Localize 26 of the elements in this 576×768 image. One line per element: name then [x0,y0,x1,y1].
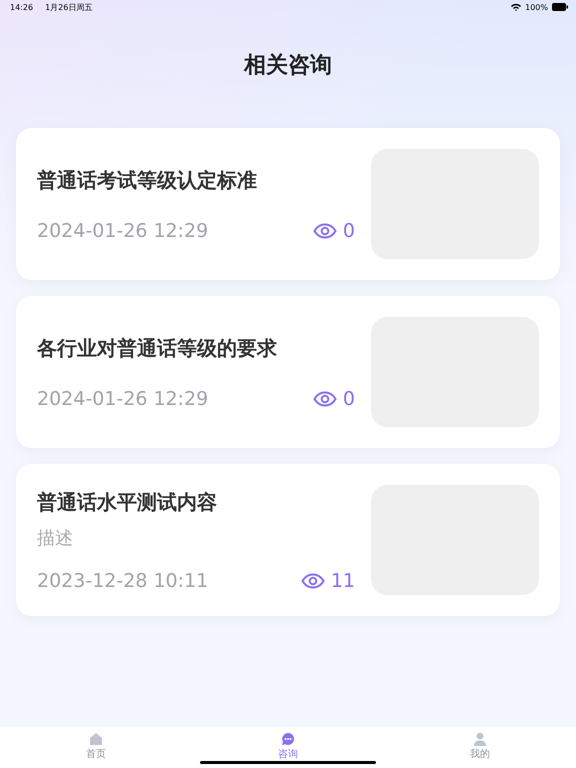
battery-percent: 100% [525,2,548,12]
article-card[interactable]: 普通话水平测试内容 描述 2023-12-28 10:11 11 [16,464,560,616]
article-card[interactable]: 各行业对普通话等级的要求 2024-01-26 12:29 0 [16,296,560,448]
wifi-icon [511,3,522,11]
page-title: 相关咨询 [242,52,333,80]
article-card[interactable]: 普通话考试等级认定标准 2024-01-26 12:29 0 [16,128,560,280]
article-date: 2024-01-26 12:29 [37,388,208,410]
view-count: 0 [342,220,355,242]
chat-icon [281,732,295,746]
article-date: 2024-01-26 12:29 [37,220,208,242]
article-description: 描述 [37,526,74,550]
status-date: 1月26日周五 [45,2,92,12]
view-count: 0 [342,388,355,410]
article-date: 2023-12-28 10:11 [37,570,208,592]
user-icon [473,732,487,746]
article-title: 各行业对普通话等级的要求 [37,334,278,362]
eye-icon [312,390,337,406]
view-count: 11 [330,570,355,592]
home-icon [89,732,103,746]
status-time: 14:26 [10,2,34,12]
article-title: 普通话水平测试内容 [37,488,218,516]
eye-icon [312,222,337,238]
article-title: 普通话考试等级认定标准 [37,166,258,194]
tab-item[interactable]: 咨询 [192,732,384,761]
battery-icon [552,3,568,11]
eye-icon [300,572,325,588]
